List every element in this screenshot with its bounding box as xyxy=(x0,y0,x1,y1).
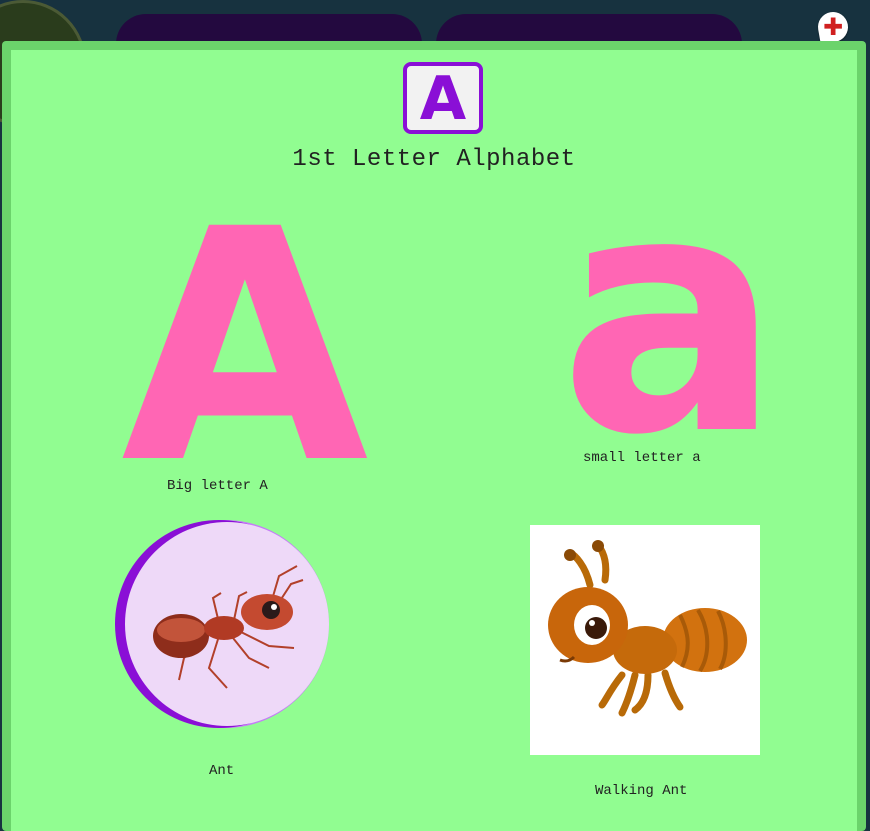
walking-ant-caption: Walking Ant xyxy=(595,783,688,799)
big-letter-caption: Big letter A xyxy=(167,478,268,494)
letter-icon-glyph: A xyxy=(419,64,467,134)
walking-ant-card xyxy=(530,525,760,755)
big-letter: A xyxy=(121,162,369,534)
modal-content: A 1st Letter Alphabet A a Big letter A s… xyxy=(11,50,857,831)
letter-modal: A 1st Letter Alphabet A a Big letter A s… xyxy=(2,41,866,831)
add-button[interactable]: ✚ xyxy=(815,9,851,45)
plus-icon: ✚ xyxy=(822,13,844,42)
small-letter-caption: small letter a xyxy=(583,450,701,466)
walking-ant-icon xyxy=(548,540,747,717)
letter-a-icon: A xyxy=(403,62,483,134)
small-letter: a xyxy=(559,123,782,507)
ant-icon xyxy=(115,520,329,728)
ant-caption: Ant xyxy=(209,763,235,779)
